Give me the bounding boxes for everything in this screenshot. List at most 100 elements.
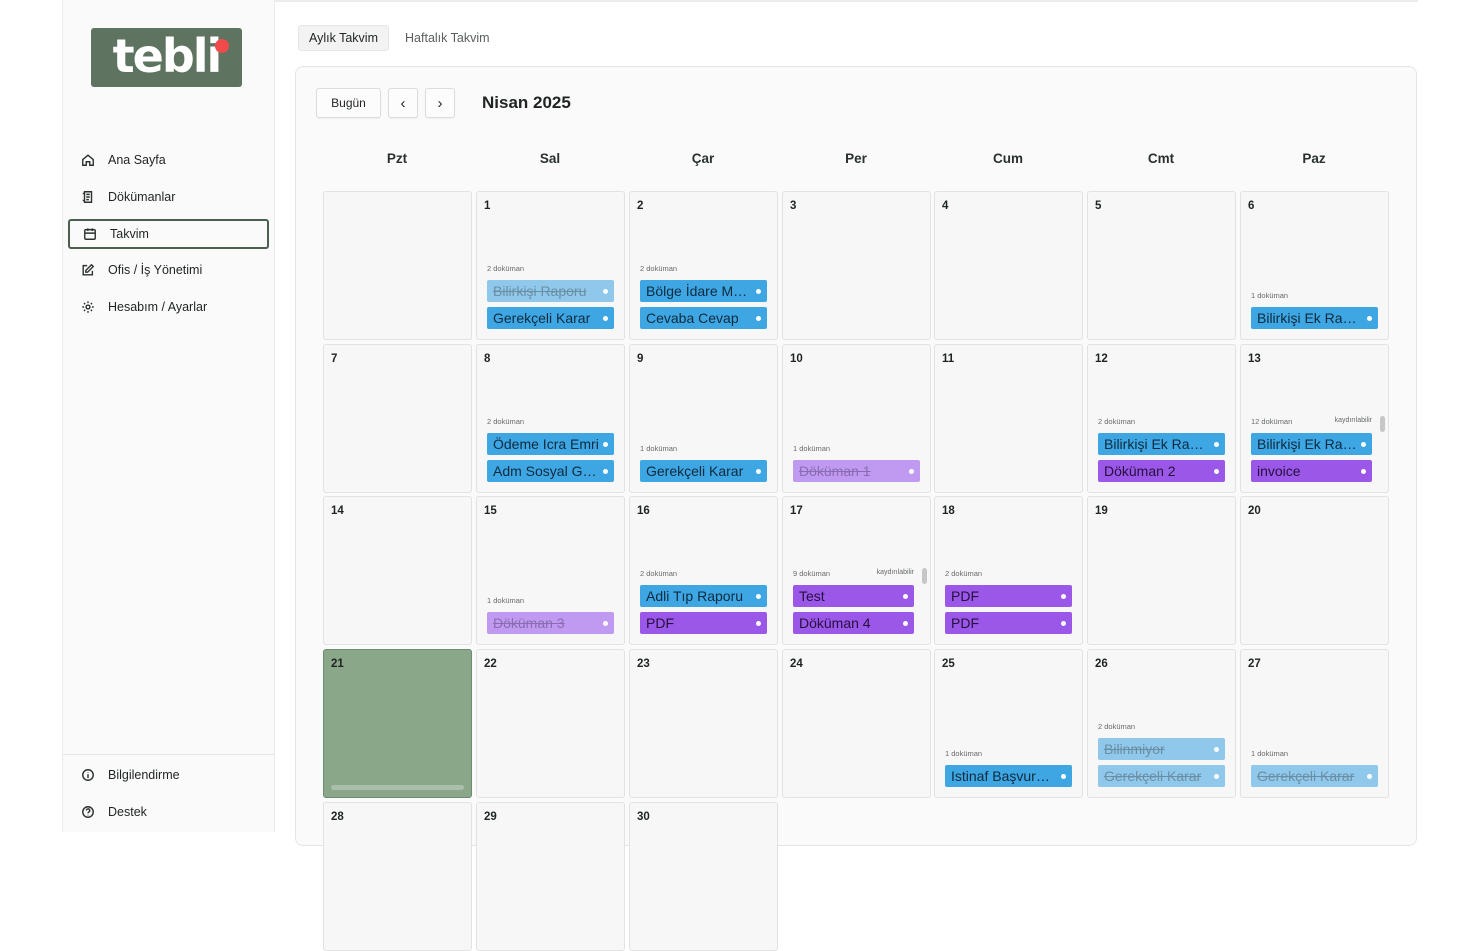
event-list: 1 doküman Gerekçeli Karar <box>640 444 767 482</box>
event-status-dot <box>1361 441 1366 447</box>
day-cell[interactable]: 6 1 doküman Bilirkişi Ek Raporu <box>1240 191 1389 340</box>
event-chip[interactable]: Cevaba Cevap <box>640 307 767 329</box>
document-count: 2 doküman <box>1098 417 1136 426</box>
event-status-dot <box>756 593 761 599</box>
day-cell[interactable]: 30 <box>629 802 778 951</box>
event-title: PDF <box>951 588 979 604</box>
event-status-dot <box>1367 773 1372 779</box>
sidebar-item-settings[interactable]: Hesabım / Ayarlar <box>68 292 269 322</box>
day-number: 13 <box>1248 353 1261 365</box>
event-chip[interactable]: invoice <box>1251 460 1372 482</box>
event-chip[interactable]: Gerekçeli Karar <box>1251 765 1378 787</box>
day-cell[interactable]: 10 1 doküman Döküman 1 <box>782 344 931 493</box>
event-chip[interactable]: Döküman 4 <box>793 612 914 634</box>
sidebar-item-info[interactable]: Bilgilendirme <box>68 760 269 790</box>
day-cell[interactable]: 26 2 doküman Bilinmiyor Gerekçeli Karar <box>1087 649 1236 798</box>
event-status-dot <box>756 315 761 321</box>
event-title: Gerekçeli Karar <box>646 463 744 479</box>
event-chip[interactable]: Bölge İdare Mahkemesi <box>640 280 767 302</box>
event-chip[interactable]: Adli Tıp Raporu <box>640 585 767 607</box>
day-cell[interactable]: 19 <box>1087 496 1236 645</box>
day-cell[interactable]: 27 1 doküman Gerekçeli Karar <box>1240 649 1389 798</box>
day-cell[interactable]: 13 12 doküman kaydırılabilir Bilirkişi Ek R… <box>1240 344 1389 493</box>
event-chip[interactable]: PDF <box>945 612 1072 634</box>
day-number: 6 <box>1248 200 1255 212</box>
next-month-button[interactable]: › <box>425 88 455 118</box>
sidebar: tebli Ana Sayfa Dökümanlar Takvim Ofis /… <box>62 0 275 832</box>
event-title: Döküman 4 <box>799 615 871 631</box>
day-cell[interactable]: 15 1 doküman Döküman 3 <box>476 496 625 645</box>
sidebar-item-home[interactable]: Ana Sayfa <box>68 145 269 175</box>
event-scrollbar[interactable] <box>922 568 927 584</box>
day-cell[interactable]: 9 1 doküman Gerekçeli Karar <box>629 344 778 493</box>
day-cell[interactable]: 2 2 doküman Bölge İdare Mahkemesi Cevaba Ce… <box>629 191 778 340</box>
event-chip[interactable]: PDF <box>945 585 1072 607</box>
today-button[interactable]: Bugün <box>316 88 381 118</box>
event-chip[interactable]: PDF <box>640 612 767 634</box>
event-chip[interactable]: Bilirkişi Raporu <box>487 280 614 302</box>
event-chip[interactable]: Gerekçeli Karar <box>1098 765 1225 787</box>
day-cell[interactable]: 29 <box>476 802 625 951</box>
sidebar-item-documents[interactable]: Dökümanlar <box>68 182 269 212</box>
day-cell[interactable]: 7 <box>323 344 472 493</box>
event-chip[interactable]: Istinaf Başvurusu <box>945 765 1072 787</box>
day-cell[interactable]: 4 <box>934 191 1083 340</box>
day-cell[interactable] <box>323 191 472 340</box>
prev-month-button[interactable]: ‹ <box>388 88 418 118</box>
day-cell[interactable]: 1 2 doküman Bilirkişi Raporu Gerekçeli Kara… <box>476 191 625 340</box>
tab-monthly[interactable]: Aylık Takvim <box>298 25 390 51</box>
day-cell[interactable]: 16 2 doküman Adli Tıp Raporu PDF <box>629 496 778 645</box>
event-scrollbar[interactable] <box>1380 416 1385 432</box>
day-cell[interactable]: 8 2 doküman Ödeme Icra Emri Adm Sosyal Güve… <box>476 344 625 493</box>
event-chip[interactable]: Gerekçeli Karar <box>487 307 614 329</box>
day-cell[interactable]: 14 <box>323 496 472 645</box>
event-chip[interactable]: Döküman 3 <box>487 612 614 634</box>
day-cell[interactable]: 25 1 doküman Istinaf Başvurusu <box>934 649 1083 798</box>
day-cell[interactable]: 12 2 doküman Bilirkişi Ek Raporu Döküman 2 <box>1087 344 1236 493</box>
day-cell[interactable]: 5 <box>1087 191 1236 340</box>
scrollable-hint: kaydırılabilir <box>1334 417 1372 424</box>
day-cell[interactable]: 17 9 doküman kaydırılabilir Test Döküman 4 <box>782 496 931 645</box>
sidebar-item-calendar[interactable]: Takvim <box>68 219 269 249</box>
day-cell[interactable]: 24 <box>782 649 931 798</box>
day-cell-today[interactable]: 21 <box>323 649 472 798</box>
edit-icon <box>81 263 95 277</box>
event-chip[interactable]: Gerekçeli Karar <box>640 460 767 482</box>
sidebar-item-office[interactable]: Ofis / İş Yönetimi <box>68 255 269 285</box>
event-chip[interactable]: Döküman 2 <box>1098 460 1225 482</box>
event-chip[interactable]: Bilirkişi Ek Raporu <box>1098 433 1225 455</box>
event-status-dot <box>903 620 908 626</box>
event-list: 2 doküman Bilinmiyor Gerekçeli Karar <box>1098 722 1225 787</box>
event-list-header: 2 doküman <box>487 417 614 426</box>
event-chip[interactable]: Döküman 1 <box>793 460 920 482</box>
event-chip[interactable]: Test <box>793 585 914 607</box>
sidebar-item-label: Takvim <box>110 227 149 241</box>
day-cell[interactable]: 11 <box>934 344 1083 493</box>
event-status-dot <box>903 593 908 599</box>
day-number: 19 <box>1095 505 1108 517</box>
event-list-header: 1 doküman <box>1251 291 1378 300</box>
day-number: 17 <box>790 505 803 517</box>
day-number: 3 <box>790 200 797 212</box>
event-chip[interactable]: Adm Sosyal Güvenlik <box>487 460 614 482</box>
event-chip[interactable]: Bilirkişi Ek Raporu <box>1251 307 1378 329</box>
event-list: 9 doküman kaydırılabilir Test Döküman 4 <box>793 569 914 634</box>
tab-weekly[interactable]: Haftalık Takvim <box>395 25 500 51</box>
event-status-dot <box>603 441 608 447</box>
sidebar-item-label: Bilgilendirme <box>108 768 180 782</box>
day-cell[interactable]: 20 <box>1240 496 1389 645</box>
sidebar-item-support[interactable]: Destek <box>68 797 269 827</box>
event-chip[interactable]: Ödeme Icra Emri <box>487 433 614 455</box>
day-cell[interactable]: 23 <box>629 649 778 798</box>
logo[interactable]: tebli <box>91 28 242 87</box>
event-title: Gerekçeli Karar <box>1104 768 1202 784</box>
day-cell[interactable]: 28 <box>323 802 472 951</box>
event-title: Cevaba Cevap <box>646 310 739 326</box>
event-chip[interactable]: Bilinmiyor <box>1098 738 1225 760</box>
document-count: 1 doküman <box>487 596 525 605</box>
event-chip[interactable]: Bilirkişi Ek Raporu <box>1251 433 1372 455</box>
day-cell[interactable]: 22 <box>476 649 625 798</box>
day-cell[interactable]: 18 2 doküman PDF PDF <box>934 496 1083 645</box>
day-cell[interactable]: 3 <box>782 191 931 340</box>
event-list-header: 9 doküman kaydırılabilir <box>793 569 914 578</box>
